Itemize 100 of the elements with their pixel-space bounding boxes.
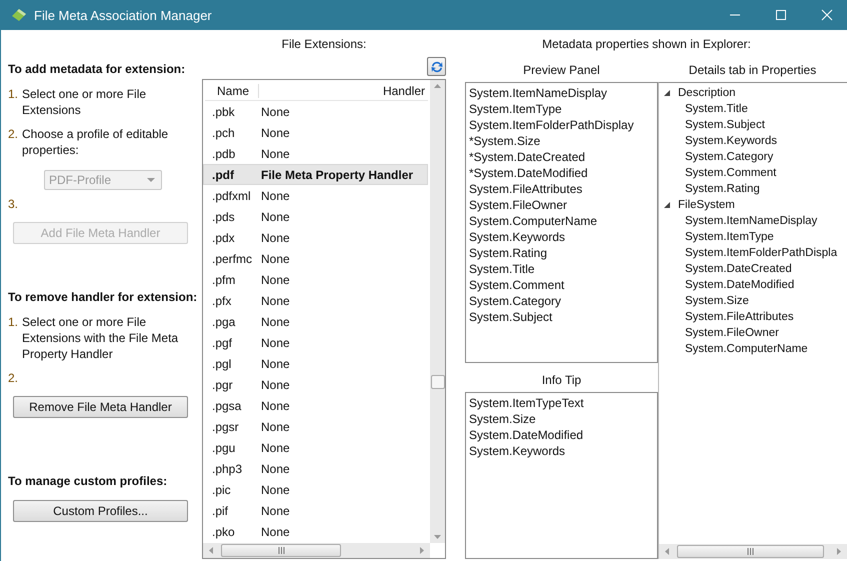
panel-subtitle: Info Tip <box>542 373 582 387</box>
extension-name: .pfx <box>211 294 232 308</box>
handler-name: None <box>261 272 290 286</box>
extension-row[interactable]: .pga None <box>205 311 428 332</box>
extension-name: .perfmc <box>211 252 254 266</box>
expander-icon[interactable] <box>663 201 671 209</box>
tree-item[interactable]: System.ItemNameDisplay <box>685 213 818 229</box>
tree-item[interactable]: System.Size <box>685 293 749 309</box>
refresh-button[interactable] <box>427 57 446 76</box>
handler-name: File Meta Property Handler <box>261 168 414 182</box>
step-number: 2. <box>8 370 20 386</box>
column-header[interactable]: Name <box>205 84 259 98</box>
tree-group[interactable]: FileSystem <box>678 197 735 213</box>
handler-name: None <box>261 420 290 434</box>
extension-row[interactable]: .pif None <box>205 500 428 521</box>
handler-name: None <box>261 524 290 538</box>
grip-icon <box>278 547 284 554</box>
extension-row[interactable]: .pdx None <box>205 227 428 248</box>
scroll-right-icon[interactable] <box>837 548 841 555</box>
step-number: 1. <box>8 86 20 103</box>
extension-name: .pdb <box>211 146 236 160</box>
extension-row[interactable]: .pdb None <box>205 143 428 164</box>
scroll-left-icon[interactable] <box>665 548 669 555</box>
expander-icon[interactable] <box>663 89 671 97</box>
tree-item[interactable]: System.ItemType <box>685 229 774 245</box>
extension-row[interactable]: .pko None <box>205 521 428 542</box>
scroll-right-icon[interactable] <box>420 547 424 554</box>
scroll-up-icon[interactable] <box>434 84 441 88</box>
property-item: System.ItemType <box>469 101 563 117</box>
extension-name: .pga <box>211 314 236 328</box>
tree-item[interactable]: System.Rating <box>685 181 760 197</box>
tree-item[interactable]: System.Title <box>685 101 748 117</box>
extension-row[interactable]: .pfm None <box>205 269 428 290</box>
horizontal-scrollbar[interactable] <box>203 543 430 558</box>
column-header[interactable]: Handler <box>259 84 428 98</box>
grip-icon <box>747 548 754 555</box>
extension-row[interactable]: .pgsr None <box>205 416 428 437</box>
extension-row[interactable]: .pgr None <box>205 374 428 395</box>
handler-name: None <box>261 356 290 370</box>
extension-row[interactable]: .pdf File Meta Property Handler <box>203 164 428 185</box>
extension-row[interactable]: .pbk None <box>205 101 428 122</box>
extension-name: .pgl <box>211 356 232 370</box>
tree-item[interactable]: System.DateCreated <box>685 261 792 277</box>
property-item: System.ComputerName <box>469 213 598 229</box>
horizontal-scrollbar[interactable] <box>659 544 847 559</box>
scroll-thumb[interactable] <box>431 375 445 389</box>
extension-row[interactable]: .pgl None <box>205 353 428 374</box>
extension-name: .pdf <box>211 168 235 182</box>
property-item: System.Rating <box>469 245 548 261</box>
handler-name: None <box>261 294 290 308</box>
tree-group[interactable]: Description <box>678 85 736 101</box>
maximize-icon[interactable] <box>775 9 787 21</box>
vertical-scrollbar[interactable] <box>430 80 445 543</box>
tree-item[interactable]: System.DateModified <box>685 277 794 293</box>
tree-item[interactable]: System.Subject <box>685 117 765 133</box>
property-item: System.FileOwner <box>469 197 568 213</box>
property-item: System.Comment <box>469 277 566 293</box>
extension-name: .pgsa <box>211 398 242 412</box>
tree-item[interactable]: System.Comment <box>685 165 776 181</box>
extension-row[interactable]: .pch None <box>205 122 428 143</box>
handler-name: None <box>261 210 290 224</box>
step-text: Select one or more File Extensions with the File Meta Property Handler <box>22 314 180 362</box>
property-item: System.ItemFolderPathDisplay <box>469 117 635 133</box>
extension-name: .pbk <box>211 104 236 118</box>
extension-row[interactable]: .pgsa None <box>205 395 428 416</box>
extension-row[interactable]: .pgf None <box>205 332 428 353</box>
extension-row[interactable]: .pgu None <box>205 437 428 458</box>
extension-row[interactable]: .pds None <box>205 206 428 227</box>
tree-item[interactable]: System.FileAttributes <box>685 309 794 325</box>
tree-item[interactable]: System.FileOwner <box>685 325 779 341</box>
extension-row[interactable]: .php3 None <box>205 458 428 479</box>
tree-item[interactable]: System.ComputerName <box>685 341 808 357</box>
handler-name: None <box>261 378 290 392</box>
handler-name: None <box>261 398 290 412</box>
extension-name: .pgsr <box>211 420 240 434</box>
extension-row[interactable]: .pic None <box>205 479 428 500</box>
remove-handler-button[interactable]: Remove File Meta Handler <box>13 396 188 418</box>
property-item: *System.DateCreated <box>469 149 586 165</box>
extension-name: .pgu <box>211 440 236 454</box>
handler-name: None <box>261 230 290 244</box>
extension-row[interactable]: .perfmc None <box>205 248 428 269</box>
extension-name: .pds <box>211 210 236 224</box>
custom-profiles-button[interactable]: Custom Profiles... <box>13 500 188 522</box>
window-title: File Meta Association Manager <box>34 8 212 22</box>
property-item: System.Subject <box>469 309 554 325</box>
scroll-left-icon[interactable] <box>209 547 213 554</box>
scroll-down-icon[interactable] <box>434 535 441 539</box>
property-item: System.Title <box>469 261 536 277</box>
tree-item[interactable]: System.Category <box>685 149 774 165</box>
handler-name: None <box>261 482 290 496</box>
extension-row[interactable]: .pdfxml None <box>205 185 428 206</box>
extension-name: .pch <box>211 126 236 140</box>
close-icon[interactable] <box>821 9 833 21</box>
extension-name: .pdx <box>211 230 236 244</box>
tree-item[interactable]: System.Keywords <box>685 133 778 149</box>
extension-name: .pgf <box>211 336 234 350</box>
tree-item[interactable]: System.ItemFolderPathDispla <box>685 245 838 261</box>
extension-row[interactable]: .pfx None <box>205 290 428 311</box>
extension-name: .pfm <box>211 272 236 286</box>
property-item: System.FileAttributes <box>469 181 584 197</box>
